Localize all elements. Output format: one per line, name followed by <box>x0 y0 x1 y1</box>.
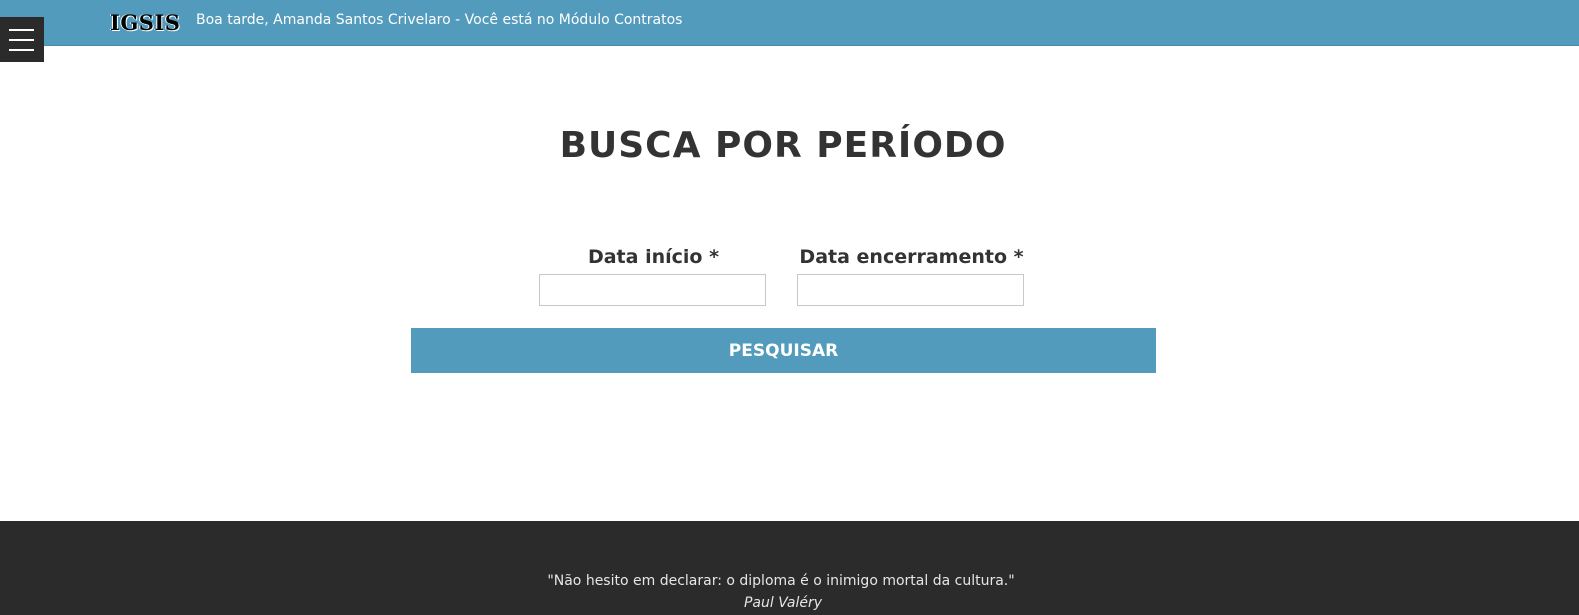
app-logo[interactable]: IGSIS <box>110 10 180 35</box>
menu-button[interactable] <box>0 17 44 62</box>
top-bar: IGSIS Boa tarde, Amanda Santos Crivelaro… <box>0 0 1579 46</box>
end-date-input[interactable] <box>797 274 1024 306</box>
search-button[interactable]: PESQUISAR <box>411 328 1156 373</box>
greeting-text: Boa tarde, Amanda Santos Crivelaro - Voc… <box>196 12 683 28</box>
page-title: BUSCA POR PERÍODO <box>559 125 1007 166</box>
footer: "Não hesito em declarar: o diploma é o i… <box>0 521 1579 615</box>
start-date-input[interactable] <box>539 274 766 306</box>
footer-quote: "Não hesito em declarar: o diploma é o i… <box>547 573 1015 589</box>
hamburger-menu-icon <box>9 49 34 51</box>
hamburger-menu-icon <box>9 29 34 31</box>
hamburger-menu-icon <box>9 39 34 41</box>
end-date-label: Data encerramento * <box>799 246 1024 268</box>
footer-quote-author: Paul Valéry <box>743 595 823 611</box>
start-date-label: Data início * <box>587 246 720 268</box>
